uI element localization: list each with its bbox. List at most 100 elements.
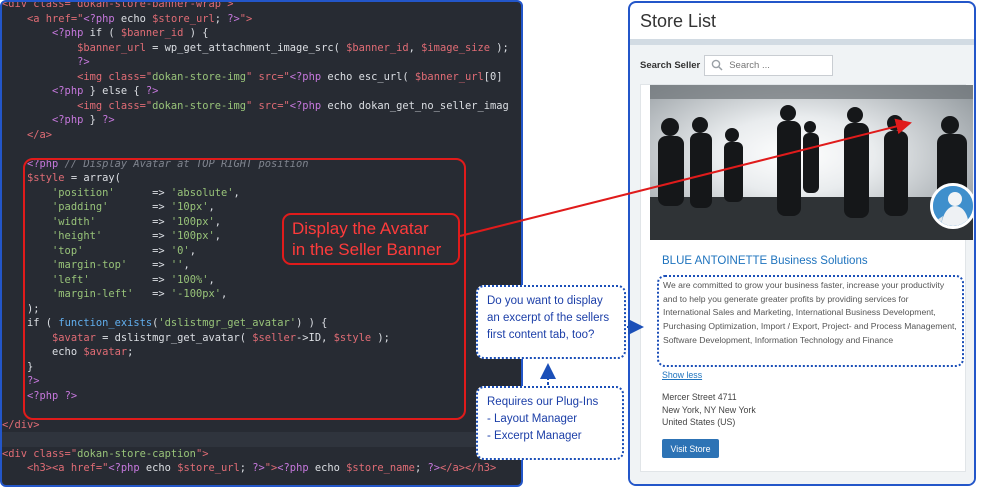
code-line: $style = array( (2, 171, 521, 186)
code-token: </a> (27, 128, 53, 141)
code-token: => (95, 215, 171, 228)
code-token: echo (308, 462, 347, 474)
code-token: <?php (83, 12, 115, 25)
store-list-panel: Store List Search Seller Search ... BLUE… (628, 1, 976, 486)
code-token: , (214, 230, 221, 242)
code-line: ); (2, 302, 521, 317)
store-banner-image[interactable] (650, 85, 973, 240)
excerpt-question-note: Do you want to display an excerpt of the… (476, 285, 626, 359)
code-token: <div class=" (2, 447, 78, 460)
code-line: <div class="dokan-store-caption"> (2, 447, 521, 462)
code-token: => (127, 259, 171, 271)
code-line: <div class="dokan-store-banner-wrap"> (2, 2, 521, 12)
code-editor-panel[interactable]: <div class="dokan-store-banner-wrap"> <a… (0, 0, 523, 487)
code-token: ); (2, 302, 40, 315)
code-token: function_exists (58, 317, 153, 329)
code-token: echo esc_url( (321, 70, 415, 83)
code-token: '100%' (170, 273, 209, 286)
code-line: <?php if ( $banner_id ) { (2, 26, 521, 41)
code-token: echo dokan_get_no_seller_imag (321, 99, 509, 112)
code-token: ?> (102, 114, 115, 126)
code-token: " src=" (246, 99, 290, 112)
code-token: , (208, 273, 215, 286)
code-token: } (2, 360, 34, 373)
code-line: 'margin-left' => '-100px', (2, 287, 521, 302)
code-token: ; (414, 462, 428, 474)
code-token: echo (114, 12, 153, 25)
avatar-callout-line1: Display the Avatar (292, 219, 429, 238)
code-token: $avatar (83, 346, 128, 358)
code-token: ?> (77, 56, 90, 68)
show-less-link[interactable]: Show less (662, 370, 702, 380)
code-token: '10px' (170, 201, 209, 213)
code-token: if ( (2, 317, 59, 329)
code-token: 'padding' (52, 201, 109, 213)
code-token: } (83, 114, 103, 126)
code-token: 'width' (52, 215, 96, 228)
code-token: $banner_url (414, 70, 484, 83)
code-token: '100px' (170, 230, 215, 242)
code-token: => (89, 273, 171, 286)
code-token: dokan-store-img (152, 70, 246, 83)
store-name-link[interactable]: BLUE ANTOINETTE Business Solutions (662, 255, 868, 267)
code-token: $banner_id (346, 41, 409, 54)
code-token: ?> (27, 375, 40, 387)
search-box[interactable] (704, 54, 834, 76)
code-token: ?> (427, 462, 440, 474)
requires-plugins-note: Requires our Plug-Ins - Layout Manager -… (476, 386, 624, 460)
code-token: [0] (483, 70, 503, 83)
code-token: ?> (145, 85, 159, 97)
code-line: <?php } else { ?> (2, 84, 521, 99)
code-token: </div> (2, 418, 40, 431)
code-token: "> (264, 462, 278, 474)
code-token: = dslistmgr_get_avatar( (95, 331, 253, 344)
code-token: 'margin-top' (52, 259, 128, 271)
code-token: $seller (252, 331, 297, 344)
code-token: <?php (289, 99, 322, 112)
code-line: <?php ?> (2, 389, 521, 404)
code-token: <a href=" (27, 12, 84, 25)
code-token: $style (27, 172, 65, 184)
address-line-street: Mercer Street 4711 (662, 392, 737, 402)
code-line: } (2, 360, 521, 375)
code-token: <?php (52, 27, 84, 39)
code-line: $banner_url = wp_get_attachment_image_sr… (2, 41, 521, 56)
code-token: $avatar (52, 331, 96, 344)
store-list-body: Search Seller Search ... BLUE ANTOINETTE… (630, 45, 974, 484)
code-token: , (183, 259, 190, 271)
seller-avatar[interactable] (930, 183, 973, 229)
search-icon (711, 59, 723, 71)
code-token: , (233, 186, 240, 199)
code-line: <h3><a href="<?php echo $store_url; ?>">… (2, 461, 521, 476)
code-token: 'position' (52, 186, 115, 199)
code-token: if ( (83, 27, 121, 39)
code-token: '0' (170, 244, 190, 257)
code-token: => (114, 186, 171, 199)
page-title: Store List (640, 11, 717, 31)
code-line: </a> (2, 128, 521, 143)
search-input[interactable] (729, 59, 825, 71)
code-line: 'position' => 'absolute', (2, 186, 521, 201)
address-line-city: New York, NY New York (662, 404, 756, 415)
visit-store-button[interactable]: Visit Store (662, 439, 719, 458)
code-token: , (408, 41, 422, 54)
code-token: <?php ?> (27, 389, 78, 402)
search-label: Search Seller (640, 59, 701, 71)
requires-item-layout-manager: - Layout Manager (487, 413, 578, 425)
code-token: '100px' (170, 215, 215, 228)
code-token: echo (139, 462, 178, 474)
